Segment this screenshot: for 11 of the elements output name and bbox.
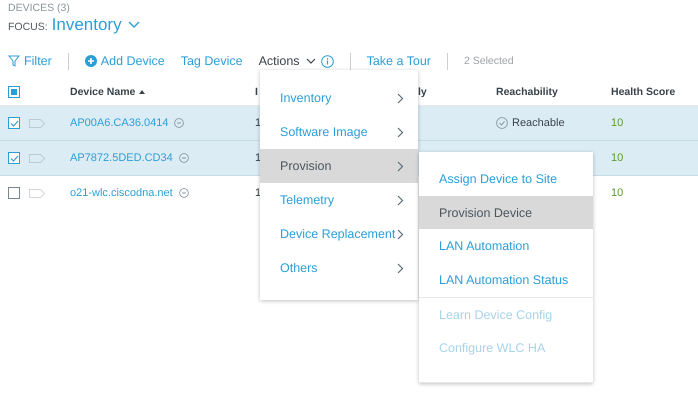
column-header: I <box>255 86 258 98</box>
column-header: Health Score <box>611 86 676 98</box>
column-header: ly <box>418 86 427 98</box>
health-score: 10 <box>611 117 624 129</box>
health-score: 10 <box>611 187 624 199</box>
focus-label: FOCUS: <box>8 21 48 33</box>
reachability-status: Reachable <box>512 117 565 129</box>
column-header: Reachability <box>496 86 558 98</box>
health-score: 10 <box>611 152 624 164</box>
device-count: DEVICES (3) <box>8 2 71 14</box>
selection-count: 2 Selected <box>464 55 514 67</box>
